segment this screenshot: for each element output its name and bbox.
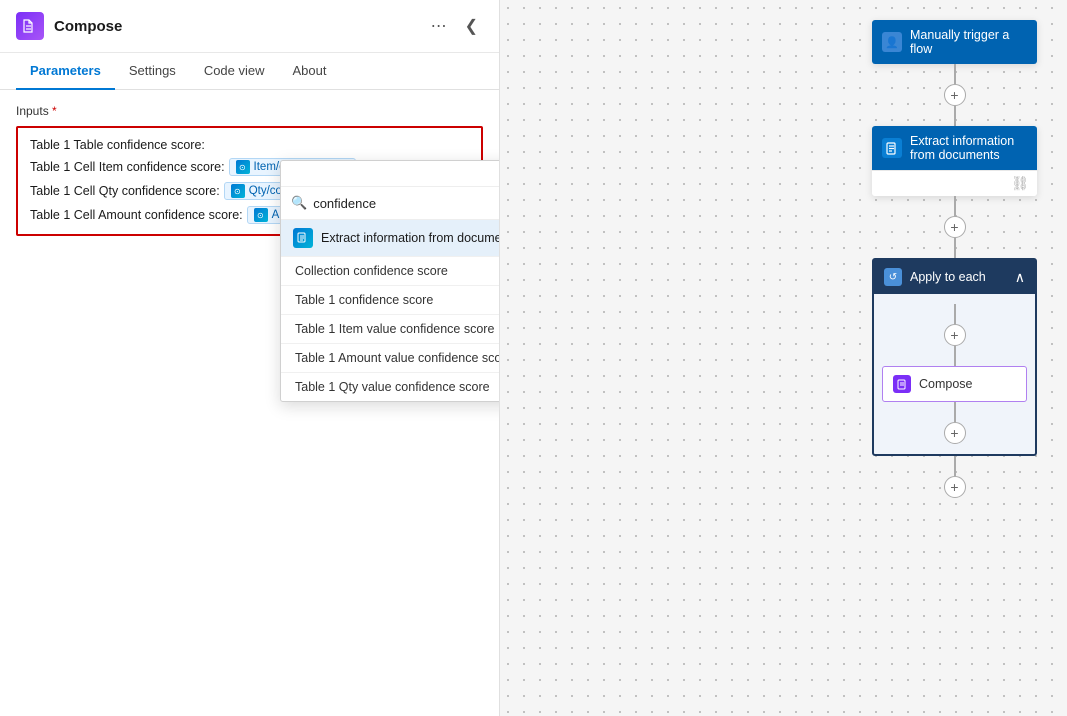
connector-final: +	[944, 456, 966, 498]
compose-node-label: Compose	[919, 377, 973, 391]
node-manual-trigger-header: 👤 Manually trigger a flow	[872, 20, 1037, 64]
compose-node-inner: Compose	[883, 367, 1026, 401]
dropdown-subitem-3[interactable]: Table 1 Amount value confidence score	[281, 343, 499, 372]
line-2b	[954, 238, 956, 258]
input-row-1: Table 1 Table confidence score:	[30, 138, 469, 152]
input-row-1-text: Table 1 Table confidence score:	[30, 138, 205, 152]
svg-text:⊙: ⊙	[234, 187, 241, 196]
panel-header: Compose ⋯ ❮	[0, 0, 499, 53]
chip-qty-icon: ⊙	[231, 184, 245, 198]
dropdown-subitem-2[interactable]: Table 1 Item value confidence score	[281, 314, 499, 343]
node-extract-info-header: Extract information from documents	[872, 126, 1037, 170]
flow-canvas: 👤 Manually trigger a flow +	[500, 0, 1067, 716]
node-extract-info-label: Extract information from documents	[910, 134, 1027, 162]
compose-icon-flow	[893, 375, 911, 393]
chip-amount-icon: ⊙	[254, 208, 268, 222]
plus-btn-final[interactable]: +	[944, 476, 966, 498]
tab-about[interactable]: About	[279, 53, 341, 90]
dropdown-popup: ℹ ⤢ ✕ 🔍 ✕ Extrac	[280, 160, 499, 402]
line-bottom	[954, 402, 956, 422]
tab-settings[interactable]: Settings	[115, 53, 190, 90]
connector-bottom: +	[944, 402, 966, 444]
node-compose[interactable]: Compose	[882, 366, 1027, 402]
plus-btn-2[interactable]: +	[944, 216, 966, 238]
left-panel: Compose ⋯ ❮ Parameters Settings Code vie…	[0, 0, 500, 716]
svg-text:⊙: ⊙	[257, 211, 264, 220]
apply-each-label: Apply to each	[910, 270, 986, 284]
panel-title: Compose	[54, 18, 416, 35]
input-row-3-text: Table 1 Cell Qty confidence score:	[30, 184, 220, 198]
popup-toolbar: ℹ ⤢ ✕	[281, 161, 499, 187]
line-inner	[954, 304, 956, 324]
popup-search-bar: 🔍 ✕	[281, 187, 499, 220]
connector-2: +	[944, 196, 966, 258]
doc-icon	[882, 138, 902, 158]
collapse-apply-each-icon[interactable]: ∧	[1015, 269, 1025, 286]
input-row-4-text: Table 1 Cell Amount confidence score:	[30, 208, 243, 222]
node-apply-each[interactable]: ↺ Apply to each ∧ +	[872, 258, 1037, 456]
dropdown-subitem-1[interactable]: Table 1 confidence score	[281, 285, 499, 314]
header-actions: ⋯ ❮	[426, 14, 483, 38]
chip-item-icon: ⊙	[236, 160, 250, 174]
plus-btn-1[interactable]: +	[944, 84, 966, 106]
extract-node-body: ⛓	[872, 170, 1037, 196]
chain-link-icon: ⛓	[1011, 175, 1029, 192]
collapse-panel-icon[interactable]: ❮	[460, 14, 483, 38]
plus-btn-inner[interactable]: +	[944, 324, 966, 346]
loop-icon: ↺	[884, 268, 902, 286]
connector-inner: +	[944, 304, 966, 366]
dropdown-item-icon	[293, 228, 313, 248]
search-input[interactable]	[313, 196, 499, 211]
line-1b	[954, 106, 956, 126]
apply-each-body: + Compose	[874, 294, 1035, 454]
inputs-label: Inputs *	[16, 104, 483, 118]
panel-content: Inputs * Table 1 Table confidence score:…	[0, 90, 499, 716]
dropdown-selected-label: Extract information from documents	[321, 231, 499, 245]
connector-1: +	[944, 64, 966, 126]
extract-footer: ⛓	[872, 170, 1037, 196]
dropdown-subitem-0[interactable]: Collection confidence score	[281, 256, 499, 285]
line-2	[954, 196, 956, 216]
more-options-icon[interactable]: ⋯	[426, 14, 452, 38]
compose-icon	[16, 12, 44, 40]
line-inner-b	[954, 346, 956, 366]
apply-each-header: ↺ Apply to each ∧	[874, 260, 1035, 294]
flow-diagram: 👤 Manually trigger a flow +	[872, 20, 1037, 498]
line-final	[954, 456, 956, 476]
tab-code-view[interactable]: Code view	[190, 53, 279, 90]
dropdown-subitem-4[interactable]: Table 1 Qty value confidence score	[281, 372, 499, 401]
node-manual-trigger-label: Manually trigger a flow	[910, 28, 1027, 56]
plus-btn-bottom[interactable]: +	[944, 422, 966, 444]
tab-bar: Parameters Settings Code view About	[0, 53, 499, 90]
person-icon: 👤	[882, 32, 902, 52]
svg-text:⊙: ⊙	[239, 163, 246, 172]
input-row-2-text: Table 1 Cell Item confidence score:	[30, 160, 225, 174]
node-extract-info[interactable]: Extract information from documents ⛓	[872, 126, 1037, 196]
search-icon: 🔍	[291, 195, 307, 211]
line-1	[954, 64, 956, 84]
dropdown-selected-item[interactable]: Extract information from documents	[281, 220, 499, 256]
node-manual-trigger[interactable]: 👤 Manually trigger a flow	[872, 20, 1037, 64]
tab-parameters[interactable]: Parameters	[16, 53, 115, 90]
